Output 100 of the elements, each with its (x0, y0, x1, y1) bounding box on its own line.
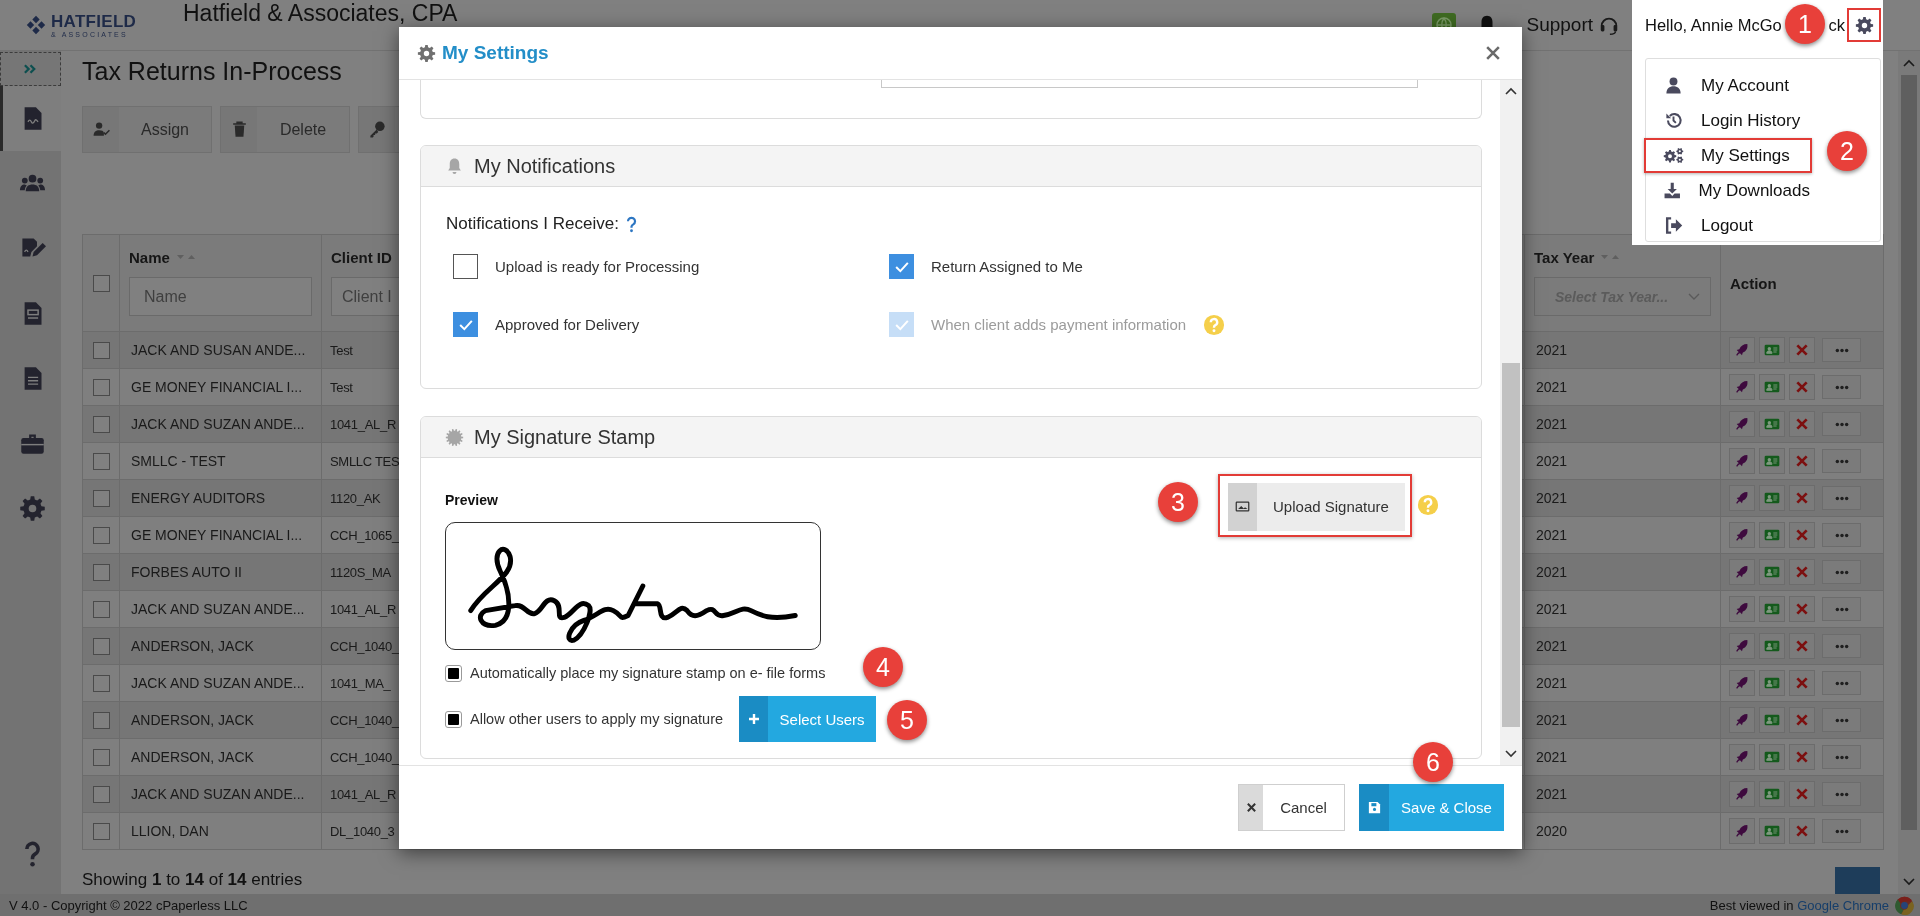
help-icon[interactable] (625, 215, 637, 233)
checkbox[interactable] (92, 527, 110, 545)
contact-card-button[interactable] (1759, 781, 1785, 807)
rocket-button[interactable] (1729, 818, 1755, 844)
contact-card-button[interactable] (1759, 411, 1785, 437)
contact-card-button[interactable] (1759, 337, 1785, 363)
support-link[interactable]: Support (1526, 14, 1620, 36)
settings-button[interactable] (1847, 8, 1881, 42)
checkbox[interactable] (92, 564, 110, 582)
checkbox[interactable] (92, 675, 110, 693)
delete-button[interactable] (1789, 485, 1815, 511)
contact-card-button[interactable] (1759, 596, 1785, 622)
more-button[interactable] (1822, 634, 1861, 658)
checkbox[interactable] (92, 601, 110, 619)
more-button[interactable] (1822, 375, 1861, 399)
delete-button[interactable] (1789, 744, 1815, 770)
checkbox[interactable] (92, 416, 110, 434)
more-button[interactable] (1822, 560, 1861, 584)
menu-item[interactable]: Logout (1644, 208, 1812, 243)
rocket-button[interactable] (1729, 744, 1755, 770)
menu-item[interactable]: My Downloads (1644, 173, 1812, 208)
delete-button[interactable] (1789, 818, 1815, 844)
chevron-up-icon[interactable] (1505, 87, 1517, 95)
upload-signature-button[interactable]: Upload Signature (1228, 482, 1405, 531)
menu-item[interactable]: Login History (1644, 103, 1812, 138)
checkbox[interactable] (92, 342, 110, 360)
dialog-scrollbar[interactable] (1500, 80, 1522, 765)
sort-icon[interactable] (175, 253, 196, 261)
contact-card-button[interactable] (1759, 670, 1785, 696)
checkbox-label[interactable]: Upload is ready for Processing (495, 258, 700, 275)
contact-card-button[interactable] (1759, 707, 1785, 733)
more-button[interactable] (1822, 449, 1861, 473)
delete-button[interactable] (1789, 522, 1815, 548)
delete-button[interactable] (1789, 633, 1815, 659)
column-header[interactable]: Tax Year (1534, 248, 1595, 266)
close-button[interactable] (1486, 46, 1500, 60)
rocket-button[interactable] (1729, 559, 1755, 585)
checkbox[interactable] (92, 712, 110, 730)
sidebar-item[interactable] (0, 86, 61, 151)
rocket-button[interactable] (1729, 337, 1755, 363)
checkbox[interactable] (92, 453, 110, 471)
checkbox[interactable] (445, 664, 462, 682)
menu-item[interactable]: My Settings (1644, 138, 1812, 173)
contact-card-button[interactable] (1759, 522, 1785, 548)
contact-card-button[interactable] (1759, 559, 1785, 585)
cancel-button[interactable]: Cancel (1238, 784, 1345, 831)
column-header[interactable]: Action (1730, 274, 1777, 292)
delete-button[interactable] (1789, 374, 1815, 400)
expand-button[interactable] (0, 52, 61, 86)
rocket-button[interactable] (1729, 411, 1755, 437)
contact-card-button[interactable] (1759, 485, 1785, 511)
delete-button[interactable] (1789, 596, 1815, 622)
checkbox[interactable] (92, 490, 110, 508)
column-header[interactable]: Client ID (331, 248, 392, 266)
contact-card-button[interactable] (1759, 818, 1785, 844)
more-button[interactable] (1822, 782, 1861, 806)
delete-button[interactable] (1789, 707, 1815, 733)
checkbox[interactable] (92, 275, 110, 293)
checkbox[interactable] (92, 379, 110, 397)
rocket-button[interactable] (1729, 633, 1755, 659)
checkbox[interactable] (92, 823, 110, 841)
sort-icon[interactable] (1600, 253, 1621, 261)
contact-card-button[interactable] (1759, 633, 1785, 659)
rocket-button[interactable] (1729, 485, 1755, 511)
rocket-button[interactable] (1729, 781, 1755, 807)
rocket-button[interactable] (1729, 596, 1755, 622)
checkbox[interactable] (92, 638, 110, 656)
rocket-button[interactable] (1729, 522, 1755, 548)
checkbox-label[interactable]: Allow other users to apply my signature (470, 711, 724, 727)
filter-field[interactable]: Client I (331, 277, 401, 316)
checkbox[interactable] (92, 749, 110, 767)
delete-button[interactable] (1789, 559, 1815, 585)
contact-card-button[interactable] (1759, 448, 1785, 474)
more-button[interactable] (1822, 819, 1861, 843)
checkbox[interactable] (453, 254, 478, 279)
checkbox[interactable] (889, 254, 914, 279)
more-button[interactable] (1822, 486, 1861, 510)
rocket-button[interactable] (1729, 448, 1755, 474)
more-button[interactable] (1822, 412, 1861, 436)
contact-card-button[interactable] (1759, 744, 1785, 770)
delete-button[interactable] (1789, 670, 1815, 696)
checkbox[interactable] (453, 312, 478, 337)
rocket-button[interactable] (1729, 374, 1755, 400)
checkbox-label[interactable]: Automatically place my signature stamp on e- file forms (470, 665, 826, 681)
more-button[interactable] (1822, 597, 1861, 621)
more-button[interactable] (1822, 708, 1861, 732)
more-button[interactable] (1822, 745, 1861, 769)
rocket-button[interactable] (1729, 707, 1755, 733)
checkbox[interactable] (445, 710, 462, 728)
rocket-button[interactable] (1729, 670, 1755, 696)
column-header[interactable]: Name (129, 248, 170, 266)
input-field[interactable] (881, 80, 1418, 88)
more-button[interactable] (1822, 523, 1861, 547)
more-button[interactable] (1822, 671, 1861, 695)
delete-button[interactable] (1789, 411, 1815, 437)
checkbox[interactable] (92, 786, 110, 804)
chevron-down-icon[interactable] (1505, 750, 1517, 758)
filter-field[interactable]: Name (129, 277, 312, 316)
more-button[interactable] (1822, 338, 1861, 362)
delete-button[interactable] (1789, 448, 1815, 474)
